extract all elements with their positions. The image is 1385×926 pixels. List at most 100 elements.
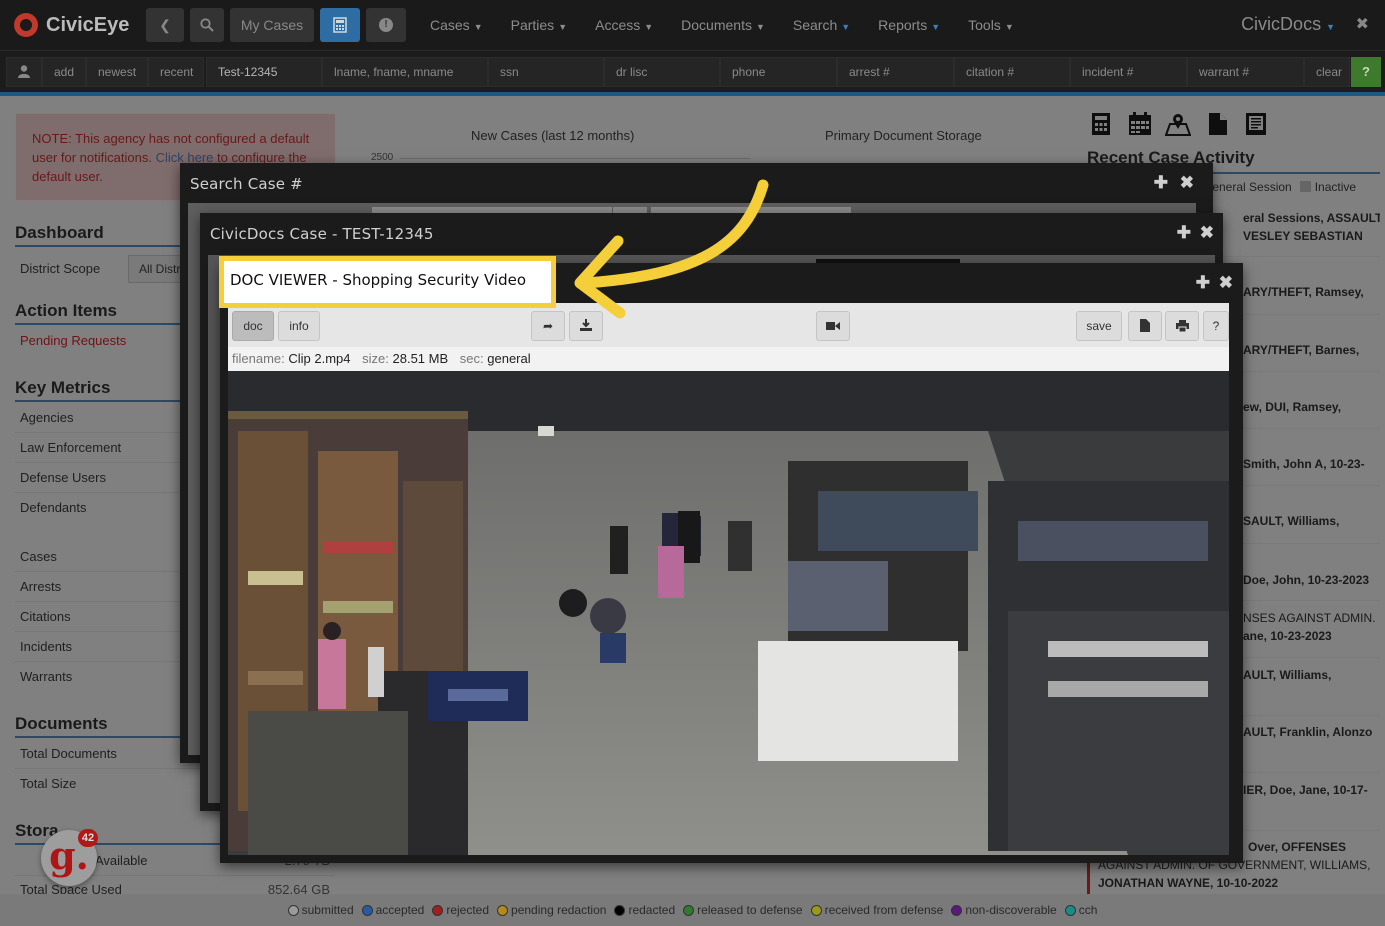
file-button[interactable] xyxy=(1128,311,1162,341)
share-icon: ➦ xyxy=(542,319,554,333)
legend-item: received from defense xyxy=(810,903,944,917)
sec-label: sec: xyxy=(459,351,484,366)
phone-input[interactable]: phone xyxy=(720,57,837,87)
size-label: size: xyxy=(362,351,389,366)
warrant-input[interactable]: warrant # xyxy=(1187,57,1304,87)
main-menu: Cases ▼ Parties ▼ Access ▼ Documents ▼ Searc… xyxy=(430,17,1042,33)
arrest-input[interactable]: arrest # xyxy=(837,57,954,87)
file-metadata: filename: Clip 2.mp4 size: 28.51 MB sec:… xyxy=(228,347,1229,371)
print-icon xyxy=(1175,320,1189,333)
chevron-left-icon: ❮ xyxy=(159,16,171,33)
filename-value: Clip 2.mp4 xyxy=(288,351,351,366)
legend-item: accepted xyxy=(361,903,425,917)
legend-general: General Session xyxy=(1203,180,1292,194)
calculator-icon xyxy=(333,17,347,33)
search-button[interactable] xyxy=(190,8,224,42)
my-cases-button[interactable]: My Cases xyxy=(230,8,314,42)
activity-text: SAULT, Williams, xyxy=(1243,514,1340,528)
maximize-icon[interactable]: ✚ xyxy=(1177,223,1191,243)
activity-text: ew, DUI, Ramsey, xyxy=(1243,400,1342,414)
file-icon[interactable] xyxy=(1208,112,1228,136)
ssn-input[interactable]: ssn xyxy=(488,57,604,87)
civicdocs-menu[interactable]: CivicDocs ▼ xyxy=(1241,14,1335,35)
window-title: CivicDocs Case - TEST-12345 xyxy=(210,225,434,243)
status-legend: submitted accepted rejected pending redacti… xyxy=(0,894,1385,926)
activity-text: Over, OFFENSES xyxy=(1248,840,1347,854)
action-items-heading: Action Items xyxy=(15,301,118,320)
status-dot-icon xyxy=(497,904,509,916)
menu-parties[interactable]: Parties ▼ xyxy=(511,17,568,33)
menu-reports-label: Reports xyxy=(878,17,928,33)
status-dot-icon xyxy=(287,904,299,916)
incident-input[interactable]: incident # xyxy=(1070,57,1187,87)
calculator-button[interactable] xyxy=(320,8,360,42)
activity-legend: General Session Inactive xyxy=(1203,180,1356,194)
newest-button[interactable]: newest xyxy=(86,57,148,87)
storage-chart-title: Primary Document Storage xyxy=(825,128,982,143)
legend-label: non-discoverable xyxy=(965,903,1057,917)
legend-label: released to defense xyxy=(697,903,803,917)
activity-text: Doe, John, 10-23-2023 xyxy=(1243,573,1370,587)
quick-search-bar: add newest recent Test-12345 lname, fnam… xyxy=(0,50,1385,92)
legend-item: submitted xyxy=(287,903,354,917)
menu-documents-label: Documents xyxy=(681,17,752,33)
menu-access[interactable]: Access ▼ xyxy=(595,17,653,33)
close-icon[interactable]: ✖ xyxy=(1219,273,1233,293)
add-button[interactable]: add xyxy=(42,57,86,87)
menu-documents[interactable]: Documents ▼ xyxy=(681,17,765,33)
legend-inactive: Inactive xyxy=(1314,180,1357,194)
key-metrics-heading: Key Metrics xyxy=(15,378,111,397)
brand[interactable]: CivicEye xyxy=(14,13,142,37)
info-tab-button[interactable]: info xyxy=(278,311,320,341)
security-video-frame xyxy=(228,371,1229,855)
legend-item: rejected xyxy=(432,903,489,917)
menu-parties-label: Parties xyxy=(510,17,555,33)
recent-button[interactable]: recent xyxy=(148,57,204,87)
video-button[interactable] xyxy=(816,311,850,341)
filename-label: filename: xyxy=(232,351,285,366)
legend-item: pending redaction xyxy=(497,903,606,917)
legend-label: accepted xyxy=(375,903,425,917)
user-search-button[interactable] xyxy=(6,57,42,87)
case-number-input[interactable]: Test-12345 xyxy=(206,57,322,87)
print-button[interactable] xyxy=(1165,311,1199,341)
help-button[interactable]: ? xyxy=(1203,311,1229,341)
save-button[interactable]: save xyxy=(1076,311,1122,341)
new-cases-chart-title: New Cases (last 12 months) xyxy=(471,128,635,143)
dr-lisc-input[interactable]: dr lisc xyxy=(604,57,720,87)
search-icon xyxy=(200,18,214,32)
name-input[interactable]: lname, fname, mname xyxy=(322,57,488,87)
legend-item: redacted xyxy=(614,903,675,917)
status-dot-icon xyxy=(951,904,963,916)
go-search-button[interactable]: ? xyxy=(1351,57,1381,87)
doc-tab-button[interactable]: doc xyxy=(232,311,274,341)
maximize-icon[interactable]: ✚ xyxy=(1196,273,1210,293)
back-button[interactable]: ❮ xyxy=(146,8,184,42)
menu-reports[interactable]: Reports ▼ xyxy=(878,17,940,33)
report-icon[interactable] xyxy=(1245,112,1267,136)
security-video-player[interactable] xyxy=(228,371,1229,855)
calendar-icon[interactable] xyxy=(1128,112,1152,136)
menu-tools[interactable]: Tools ▼ xyxy=(968,17,1014,33)
close-icon[interactable]: ✖ xyxy=(1180,173,1194,193)
menu-access-label: Access xyxy=(595,17,641,33)
highlight-title: DOC VIEWER - Shopping Security Video xyxy=(230,271,527,289)
top-navbar: CivicEye ❮ My Cases ! Cases ▼ Parties ▼ Ac… xyxy=(0,0,1385,50)
close-icon[interactable]: ✖ xyxy=(1356,14,1369,34)
maximize-icon[interactable]: ✚ xyxy=(1154,173,1168,193)
menu-search[interactable]: Search ▼ xyxy=(793,17,850,33)
activity-text: ane, 10-23-2023 xyxy=(1243,629,1332,643)
clear-button[interactable]: clear xyxy=(1304,57,1350,87)
citation-input[interactable]: citation # xyxy=(954,57,1070,87)
map-location-icon[interactable] xyxy=(1165,112,1191,136)
info-button[interactable]: ! xyxy=(366,8,406,42)
menu-cases[interactable]: Cases ▼ xyxy=(430,17,483,33)
calculator-icon[interactable] xyxy=(1090,112,1112,136)
legend-label: received from defense xyxy=(824,903,944,917)
close-icon[interactable]: ✖ xyxy=(1200,223,1214,243)
civiceye-logo-icon xyxy=(14,13,38,37)
status-dot-icon xyxy=(432,904,444,916)
activity-text: Smith, John A, 10-23- xyxy=(1243,457,1365,471)
brand-name: CivicEye xyxy=(46,13,130,36)
status-dot-icon xyxy=(361,904,373,916)
